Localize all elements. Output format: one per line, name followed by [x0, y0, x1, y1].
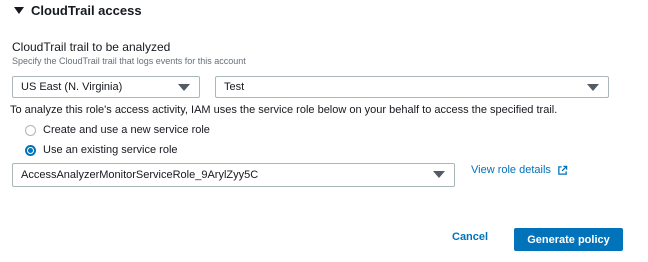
caret-down-icon	[433, 171, 445, 178]
service-role-select[interactable]: AccessAnalyzerMonitorServiceRole_9ArylZy…	[12, 163, 455, 187]
cancel-button[interactable]: Cancel	[452, 231, 488, 243]
view-role-details-label: View role details	[471, 164, 551, 176]
trail-field-label: CloudTrail trail to be analyzed	[12, 40, 171, 54]
caret-down-icon	[14, 7, 24, 14]
caret-down-icon	[178, 84, 190, 91]
cloudtrail-access-section-toggle[interactable]: CloudTrail access	[14, 3, 142, 18]
generate-policy-button[interactable]: Generate policy	[514, 228, 623, 251]
radio-icon	[25, 124, 36, 136]
service-role-info-text: To analyze this role's access activity, …	[10, 104, 558, 116]
view-role-details-link[interactable]: View role details	[471, 164, 568, 176]
radio-label: Use an existing service role	[43, 144, 178, 156]
radio-label: Create and use a new service role	[43, 124, 210, 136]
caret-down-icon	[587, 84, 599, 91]
radio-checked-icon	[25, 144, 36, 156]
trail-select-value: Test	[224, 81, 245, 93]
section-title: CloudTrail access	[31, 3, 142, 18]
external-link-icon	[558, 165, 568, 175]
use-existing-role-radio[interactable]: Use an existing service role	[25, 144, 178, 156]
service-role-select-value: AccessAnalyzerMonitorServiceRole_9ArylZy…	[21, 169, 259, 181]
region-select[interactable]: US East (N. Virginia)	[12, 76, 200, 98]
region-select-value: US East (N. Virginia)	[21, 81, 123, 93]
create-new-role-radio[interactable]: Create and use a new service role	[25, 124, 210, 136]
trail-select[interactable]: Test	[215, 76, 609, 98]
trail-field-description: Specify the CloudTrail trail that logs e…	[12, 56, 246, 66]
